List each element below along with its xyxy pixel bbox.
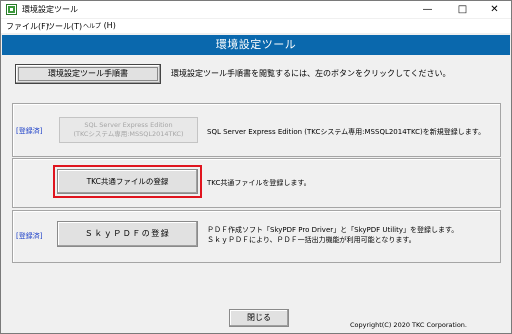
sql-description: SQL Server Express Edition (TKCシステム専用:MS…	[207, 128, 486, 136]
close-button[interactable]: 閉じる	[229, 309, 289, 327]
copyright-text: Copyright(C) 2020 TKC Corporation.	[350, 321, 467, 329]
manual-button-label: 環境設定ツール手順書	[48, 69, 128, 78]
minimize-button[interactable]: —	[411, 1, 444, 18]
menu-help-key: (H)	[103, 21, 116, 30]
tkc-register-button[interactable]: TKC共通ファイルの登録	[57, 169, 198, 194]
tkc-description: TKC共通ファイルを登録します。	[207, 179, 311, 187]
title-bar[interactable]: 環境設定ツール — □ ✕	[1, 1, 511, 18]
close-window-button[interactable]: ✕	[478, 1, 511, 18]
menu-file[interactable]: ファイル(F)	[6, 21, 49, 32]
manual-button[interactable]: 環境設定ツール手順書	[15, 64, 161, 84]
manual-note: 環境設定ツール手順書を閲覧するには、左のボタンをクリックしてください。	[171, 69, 451, 78]
menu-help[interactable]: ヘルプ (H)	[83, 21, 116, 30]
sql-register-button: SQL Server Express Edition (TKCシステム専用:MS…	[59, 117, 198, 143]
sql-button-line2: (TKCシステム専用:MSSQL2014TKC)	[73, 130, 184, 138]
app-window: 環境設定ツール — □ ✕ ファイル(F) ツール(T) ヘルプ (H) 環境設…	[0, 0, 512, 334]
skypdf-status-badge: [登録済]	[16, 232, 43, 240]
sql-status-badge: [登録済]	[16, 127, 43, 135]
window-title: 環境設定ツール	[22, 5, 78, 14]
maximize-button[interactable]: □	[446, 1, 479, 18]
skypdf-register-button[interactable]: ＳｋｙＰＤＦの登録	[57, 221, 198, 247]
sql-button-line1: SQL Server Express Edition	[84, 121, 173, 129]
skypdf-description-line1: ＰＤＦ作成ソフト「SkyPDF Pro Driver」と「SkyPDF Util…	[207, 226, 459, 234]
menu-help-label: ヘルプ	[83, 23, 102, 30]
menu-tools[interactable]: ツール(T)	[47, 21, 82, 32]
skypdf-description-line2: ＳｋｙＰＤＦにより、ＰＤＦ一括出力機能が利用可能となります。	[207, 236, 416, 244]
app-icon	[6, 4, 17, 15]
skypdf-description: ＰＤＦ作成ソフト「SkyPDF Pro Driver」と「SkyPDF Util…	[207, 225, 458, 245]
page-title: 環境設定ツール	[2, 35, 510, 55]
menu-bar: ファイル(F) ツール(T) ヘルプ (H)	[1, 19, 511, 33]
